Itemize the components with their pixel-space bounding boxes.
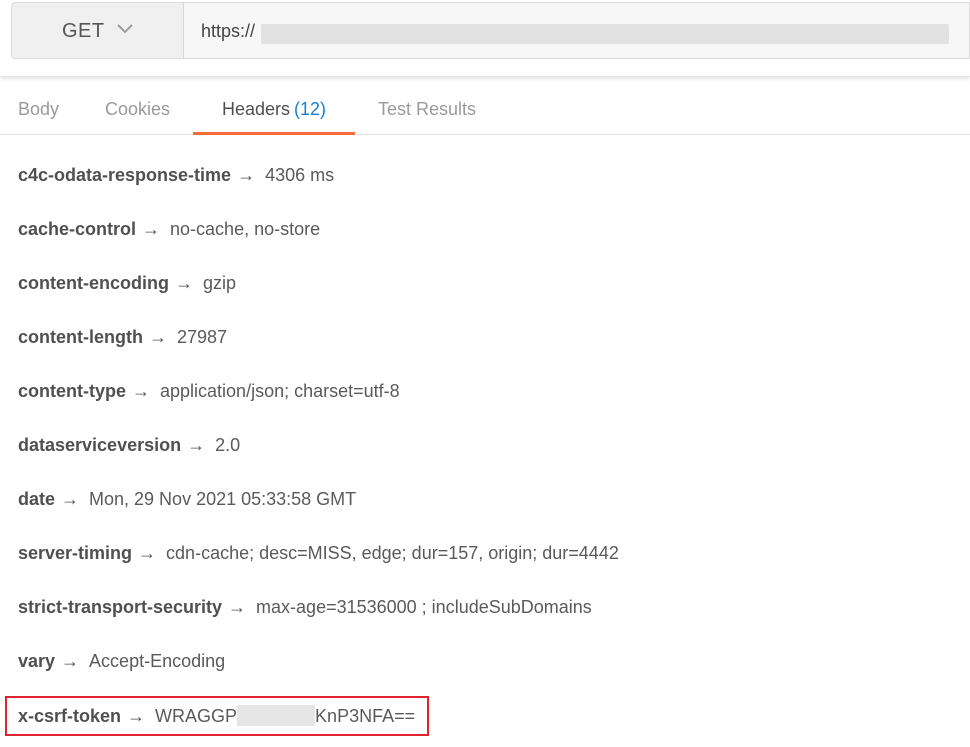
arrow-icon: →	[187, 435, 206, 455]
header-value: Accept-Encoding	[89, 651, 226, 671]
header-row: server-timing → cdn-cache; desc=MISS, edge…	[18, 543, 619, 573]
header-key: strict-transport-security	[18, 597, 223, 617]
postman-response-view: GET https:// Body Cookies Headers (12) Te…	[0, 0, 970, 747]
header-key: vary	[18, 651, 56, 671]
header-value: no-cache, no-store	[170, 219, 321, 239]
tab-headers[interactable]: Headers (12)	[193, 84, 355, 135]
arrow-icon: →	[228, 597, 247, 617]
arrow-icon: →	[148, 327, 167, 347]
header-key: content-encoding	[18, 273, 169, 293]
header-key: server-timing	[18, 543, 133, 563]
header-value: application/json; charset=utf-8	[160, 381, 400, 401]
url-input[interactable]: https://	[184, 2, 970, 59]
header-value: 27987	[176, 327, 228, 347]
header-row: content-encoding → gzip	[18, 273, 236, 303]
header-row: cache-control → no-cache, no-store	[18, 219, 320, 249]
tab-headers-count: (12)	[294, 99, 327, 119]
header-row: vary → Accept-Encoding	[18, 651, 225, 681]
url-redacted-block	[261, 24, 949, 44]
header-row: dataserviceversion → 2.0	[18, 435, 240, 465]
tab-cookies[interactable]: Cookies	[105, 84, 170, 132]
response-tabs: Body Cookies Headers (12) Test Results	[0, 84, 970, 135]
csrf-token-highlight	[5, 696, 429, 736]
header-row: c4c-odata-response-time → 4306 ms	[18, 165, 334, 195]
header-value: Mon, 29 Nov 2021 05:33:58 GMT	[89, 489, 357, 509]
header-key: cache-control	[18, 219, 137, 239]
header-key: date	[18, 489, 56, 509]
tab-test-results[interactable]: Test Results	[378, 84, 476, 132]
header-row: date → Mon, 29 Nov 2021 05:33:58 GMT	[18, 489, 356, 519]
header-row: content-type → application/json; charset=u…	[18, 381, 400, 411]
tab-body[interactable]: Body	[18, 84, 59, 132]
arrow-icon: →	[132, 381, 150, 401]
chevron-down-icon	[117, 24, 133, 34]
header-key: dataserviceversion	[18, 435, 182, 455]
arrow-icon: →	[142, 219, 161, 239]
tab-headers-label: Headers	[221, 99, 291, 119]
url-text: https://	[201, 21, 256, 41]
arrow-icon: →	[237, 165, 256, 185]
header-key: content-type	[18, 381, 126, 401]
header-value: gzip	[203, 273, 237, 293]
arrow-icon: →	[61, 651, 80, 671]
header-row: content-length → 27987	[18, 327, 227, 357]
header-value: cdn-cache; desc=MISS, edge; dur=157, ori…	[166, 543, 619, 563]
header-value: 4306 ms	[265, 165, 335, 185]
header-key: c4c-odata-response-time	[18, 165, 232, 185]
method-label: GET	[62, 20, 105, 42]
header-value: max-age=31536000 ; includeSubDomains	[256, 597, 592, 617]
arrow-icon: →	[175, 273, 193, 293]
method-select[interactable]: GET	[11, 2, 184, 59]
header-row: strict-transport-security → max-age=315360…	[18, 597, 592, 627]
header-value: 2.0	[215, 435, 241, 455]
arrow-icon: →	[61, 489, 80, 509]
arrow-icon: →	[138, 543, 157, 563]
request-bar: GET https://	[0, 0, 970, 77]
header-key: content-length	[18, 327, 143, 347]
